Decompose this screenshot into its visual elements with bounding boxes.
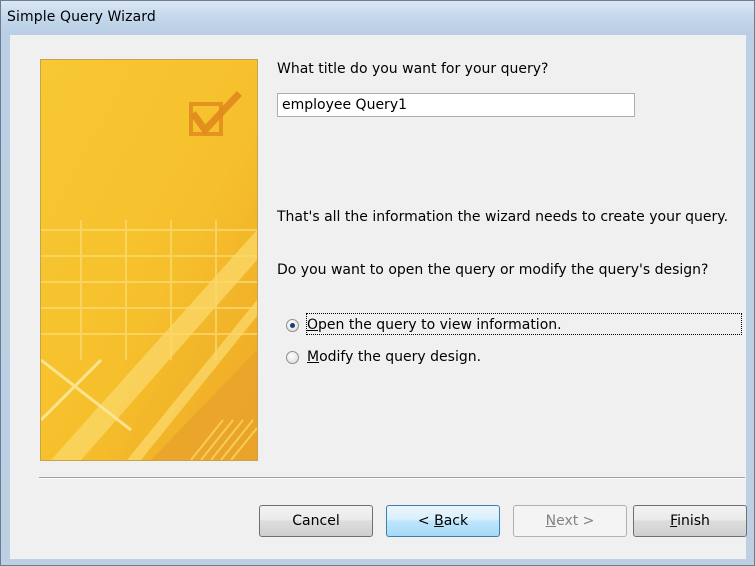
radio-unselected-icon[interactable] — [286, 350, 299, 364]
wizard-window: Simple Query Wizard What title do you wa… — [0, 0, 755, 566]
radio-selected-icon[interactable] — [286, 318, 299, 332]
next-button[interactable]: Next > — [513, 505, 627, 537]
cancel-button-label: Cancel — [292, 513, 340, 529]
radio-open-query[interactable]: Open the query to view information. — [286, 315, 562, 335]
query-title-input[interactable] — [277, 93, 635, 117]
finish-button[interactable]: Finish — [633, 505, 747, 537]
wizard-illustration-art — [41, 60, 257, 460]
cancel-button[interactable]: Cancel — [259, 505, 373, 537]
wizard-client-area: What title do you want for your query? T… — [10, 35, 747, 559]
wizard-info-text: That's all the information the wizard ne… — [277, 209, 729, 225]
button-separator — [39, 477, 745, 479]
window-title: Simple Query Wizard — [7, 9, 156, 25]
title-bar[interactable]: Simple Query Wizard — [1, 1, 754, 35]
finish-button-label: Finish — [670, 513, 710, 529]
wizard-illustration — [40, 59, 258, 461]
back-button[interactable]: < Back — [386, 505, 500, 537]
radio-modify-design[interactable]: Modify the query design. — [286, 347, 481, 367]
back-button-label: < Back — [417, 513, 469, 529]
next-button-label: Next > — [545, 513, 595, 529]
radio-modify-design-label: Modify the query design. — [307, 349, 482, 365]
open-or-modify-prompt: Do you want to open the query or modify … — [277, 262, 709, 278]
query-title-prompt: What title do you want for your query? — [277, 61, 549, 77]
radio-open-query-label: Open the query to view information. — [307, 317, 562, 333]
